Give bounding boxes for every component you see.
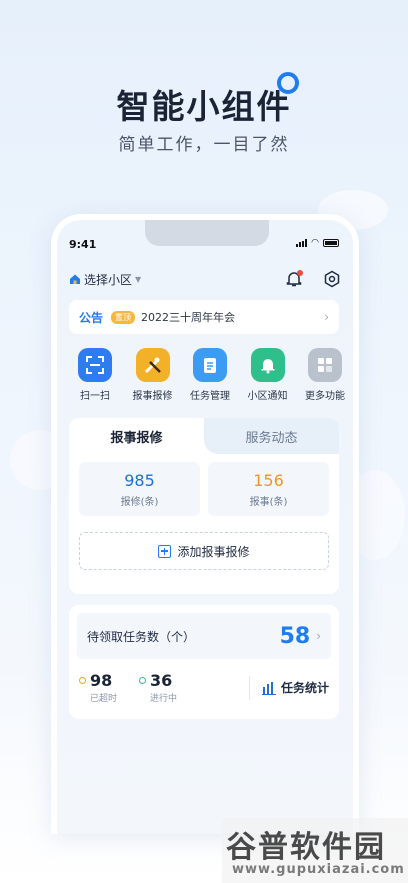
stat-value: 156 xyxy=(253,470,284,490)
mini-value: 98 xyxy=(90,671,113,690)
stat-value: 985 xyxy=(124,470,155,490)
quick-label: 任务管理 xyxy=(190,391,230,402)
phone-notch xyxy=(145,220,269,246)
quick-label: 更多功能 xyxy=(305,391,345,402)
status-dot-icon xyxy=(139,677,147,684)
wifi-icon: ◠ xyxy=(311,238,319,248)
quick-actions: 扫一扫 报事报修 任务管理 小区通知 更多功能 xyxy=(69,348,351,402)
quick-label: 小区通知 xyxy=(247,391,288,402)
caret-down-icon: ▼ xyxy=(135,274,142,284)
task-card: 待领取任务数（个） 58 › 98 已超时 36 进行中 任务统计 xyxy=(69,605,339,719)
notification-dot xyxy=(297,270,303,276)
pending-label: 待领取任务数（个） xyxy=(87,629,196,644)
task-summary: 98 已超时 36 进行中 任务统计 xyxy=(69,659,339,704)
add-repair-label: 添加报事报修 xyxy=(177,544,250,559)
repair-tabs: 报事报修 服务动态 xyxy=(69,418,339,454)
community-selector[interactable]: 选择小区 ▼ xyxy=(69,271,141,288)
quick-more[interactable]: 更多功能 xyxy=(299,348,351,402)
scan-icon xyxy=(78,348,112,382)
task-stats-button[interactable]: 任务统计 xyxy=(261,679,329,696)
stat-repair[interactable]: 985 报修(条) xyxy=(79,462,200,516)
bar-chart-icon xyxy=(261,681,276,695)
stat-report[interactable]: 156 报事(条) xyxy=(208,462,329,516)
grid-icon xyxy=(308,348,342,382)
watermark-main: 谷普软件园 xyxy=(226,830,386,865)
stat-label: 报事(条) xyxy=(249,496,288,508)
tools-icon xyxy=(135,348,170,382)
pending-tasks[interactable]: 待领取任务数（个） 58 › xyxy=(77,613,331,659)
mini-inprogress: 36 进行中 xyxy=(139,671,177,704)
quick-label: 报事报修 xyxy=(132,391,173,402)
topbar: 选择小区 ▼ xyxy=(69,268,341,290)
community-label: 选择小区 xyxy=(84,272,133,287)
tab-service[interactable]: 服务动态 xyxy=(204,418,339,454)
mini-label: 已超时 xyxy=(90,694,118,704)
status-time: 9:41 xyxy=(69,238,97,251)
phone-screen: 9:41 ◠ 选择小区 ▼ 公告 置顶 2022三十周年年会 › 扫一扫 报事报… xyxy=(57,220,353,834)
hero-subtitle: 简单工作，一目了然 xyxy=(118,135,290,155)
hero-title: 智能小组件 xyxy=(116,87,292,126)
bell-icon xyxy=(250,348,285,382)
tab-repair[interactable]: 报事报修 xyxy=(69,418,204,454)
quick-notice[interactable]: 小区通知 xyxy=(242,348,294,402)
plus-icon xyxy=(158,544,172,558)
quick-repair[interactable]: 报事报修 xyxy=(127,348,179,402)
mini-label: 进行中 xyxy=(150,694,178,704)
repair-stats: 985 报修(条) 156 报事(条) xyxy=(69,454,339,516)
add-repair-button[interactable]: 添加报事报修 xyxy=(79,532,329,570)
divider xyxy=(248,675,250,700)
status-icons: ◠ xyxy=(296,238,339,248)
stat-label: 报修(条) xyxy=(120,496,159,508)
home-icon xyxy=(70,274,80,284)
task-stats-label: 任务统计 xyxy=(280,681,329,695)
battery-icon xyxy=(323,239,339,247)
phone-frame: 9:41 ◠ 选择小区 ▼ 公告 置顶 2022三十周年年会 › 扫一扫 报事报… xyxy=(51,214,359,834)
chevron-right-icon: › xyxy=(316,629,321,643)
quick-task[interactable]: 任务管理 xyxy=(184,348,236,402)
task-icon xyxy=(193,348,227,382)
quick-scan[interactable]: 扫一扫 xyxy=(69,348,121,402)
signal-icon xyxy=(296,239,308,247)
notice-title: 公告 xyxy=(79,310,104,325)
watermark: 谷普软件园 www.gupuxiazai.com xyxy=(222,818,408,883)
pending-value: 58 xyxy=(279,623,311,649)
bell-icon[interactable] xyxy=(285,270,303,288)
hero-ring-icon xyxy=(277,72,299,94)
mini-value: 36 xyxy=(150,671,173,690)
settings-icon[interactable] xyxy=(323,270,341,288)
repair-card: 报事报修 服务动态 985 报修(条) 156 报事(条) 添加报事报修 xyxy=(69,418,339,594)
status-dot-icon xyxy=(79,677,86,684)
chevron-right-icon: › xyxy=(324,310,329,324)
notice-bar[interactable]: 公告 置顶 2022三十周年年会 › xyxy=(69,300,339,334)
notice-tag: 置顶 xyxy=(111,310,136,324)
quick-label: 扫一扫 xyxy=(80,391,110,402)
watermark-sub: www.gupuxiazai.com xyxy=(232,862,405,877)
mini-overdue: 98 已超时 xyxy=(79,671,117,704)
notice-text: 2022三十周年年会 xyxy=(141,311,236,324)
